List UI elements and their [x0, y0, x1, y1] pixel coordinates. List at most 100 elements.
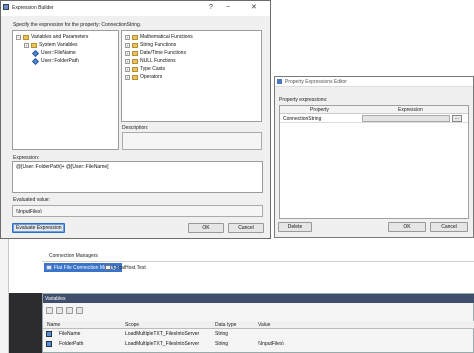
- tree-node-type-casts[interactable]: + Type Casts: [125, 66, 165, 72]
- folder-icon: [23, 34, 29, 40]
- expression-description: Specify the expression for the property:…: [13, 22, 142, 28]
- tree-node-label: User::FileName: [41, 50, 76, 56]
- delete-button[interactable]: Delete: [278, 222, 312, 232]
- table-row[interactable]: FileName LoadMultipleTXT_FilesIntoServer…: [43, 330, 474, 338]
- grid-options-icon[interactable]: [76, 307, 83, 314]
- variable-type: String: [215, 341, 229, 347]
- tree-node-string-functions[interactable]: + String Functions: [125, 42, 176, 48]
- connection-manager-localhost[interactable]: LocalHost.Test: [105, 263, 146, 272]
- column-header-expression[interactable]: Expression: [398, 107, 423, 113]
- description-box: [122, 132, 262, 150]
- tree-node-label: NULL Functions: [140, 58, 176, 64]
- column-header-scope[interactable]: Scope: [125, 322, 139, 328]
- tree-node-user-filename[interactable]: User::FileName: [31, 49, 76, 57]
- folder-icon: [31, 42, 37, 48]
- evaluated-value-label: Evaluated value:: [13, 197, 50, 203]
- ellipsis-button[interactable]: ...: [452, 115, 462, 122]
- cancel-button[interactable]: Cancel: [228, 223, 264, 233]
- connection-managers-title: Connection Managers: [49, 253, 98, 259]
- folder-icon: [132, 34, 138, 40]
- tree-node-label: Type Casts: [140, 66, 166, 72]
- dialog-icon: [3, 4, 9, 10]
- tree-node-null-functions[interactable]: + NULL Functions: [125, 58, 176, 64]
- expression-cell[interactable]: [362, 115, 450, 122]
- folder-icon: [132, 50, 138, 56]
- tree-node-label: User::FolderPath: [41, 58, 79, 64]
- pee-ok-button[interactable]: OK: [388, 222, 426, 232]
- column-header-value[interactable]: Value: [258, 322, 270, 328]
- variables-panel: Variables Name Scope Data type Value Fil…: [42, 293, 474, 353]
- add-variable-icon[interactable]: [46, 307, 53, 314]
- move-variable-icon[interactable]: [56, 307, 63, 314]
- eb-titlebar: Expression Builder ? − ✕: [1, 1, 270, 16]
- tree-node-label: Mathematical Functions: [140, 34, 193, 40]
- collapse-icon[interactable]: −: [16, 34, 21, 40]
- tree-node-system-variables[interactable]: + System Variables: [24, 42, 78, 48]
- expand-icon[interactable]: +: [125, 50, 130, 56]
- tree-node-mathematical-functions[interactable]: + Mathematical Functions: [125, 34, 193, 40]
- evaluate-expression-button[interactable]: Evaluate Expression: [12, 223, 65, 233]
- variable-name: FolderPath: [59, 341, 84, 347]
- variable-scope: LoadMultipleTXT_FilesIntoServer: [125, 331, 200, 337]
- dialog-title: Expression Builder: [12, 5, 54, 11]
- variable-icon: [46, 341, 52, 347]
- tree-node-label: Date/Time Functions: [140, 50, 186, 56]
- minimize-icon[interactable]: −: [226, 4, 230, 11]
- variables-header: Name Scope Data type Value: [43, 321, 474, 329]
- folder-icon: [132, 66, 138, 72]
- tree-node-variables-parameters[interactable]: − Variables and Parameters: [16, 34, 88, 40]
- variables-tree: − Variables and Parameters + System Vari…: [12, 30, 119, 150]
- variable-scope: LoadMultipleTXT_FilesIntoServer: [125, 341, 200, 347]
- variable-name: FileName: [59, 331, 81, 337]
- variable-icon: [31, 57, 40, 65]
- variable-value[interactable]: \\InputFiles\: [258, 341, 284, 347]
- tree-node-operators[interactable]: + Operators: [125, 74, 162, 80]
- column-header-property[interactable]: Property: [310, 107, 329, 113]
- delete-variable-icon[interactable]: [66, 307, 73, 314]
- pee-label: Property expressions:: [279, 97, 328, 103]
- table-row[interactable]: FolderPath LoadMultipleTXT_FilesIntoServ…: [43, 340, 474, 348]
- tree-node-user-folderpath[interactable]: User::FolderPath: [31, 57, 79, 65]
- expand-icon[interactable]: +: [24, 42, 29, 48]
- ok-button[interactable]: OK: [188, 223, 224, 233]
- expression-input[interactable]: @[User::FolderPath]+ @[User::FileName]: [12, 161, 263, 193]
- expand-icon[interactable]: +: [125, 58, 130, 64]
- variable-type: String: [215, 331, 229, 337]
- flat-file-icon: [46, 265, 52, 270]
- tree-node-label: System Variables: [39, 42, 78, 48]
- expand-icon[interactable]: +: [125, 66, 130, 72]
- dialog-icon: [277, 79, 282, 84]
- variable-icon: [31, 49, 40, 57]
- folder-icon: [132, 58, 138, 64]
- property-cell[interactable]: ConnectionString: [283, 116, 321, 122]
- column-header-name[interactable]: Name: [47, 322, 60, 328]
- tree-node-label: Variables and Parameters: [31, 34, 89, 40]
- expand-icon[interactable]: +: [125, 34, 130, 40]
- property-expressions-editor-dialog: Property Expressions Editor Property exp…: [274, 76, 474, 238]
- expand-icon[interactable]: +: [125, 74, 130, 80]
- tree-node-label: String Functions: [140, 42, 177, 48]
- property-expressions-grid: Property Expression ConnectionString ...: [279, 105, 469, 219]
- variables-toolbar: [46, 307, 83, 314]
- folder-icon: [132, 74, 138, 80]
- tree-node-datetime-functions[interactable]: + Date/Time Functions: [125, 50, 186, 56]
- variable-icon: [46, 331, 52, 337]
- expand-icon[interactable]: +: [125, 42, 130, 48]
- table-row[interactable]: ConnectionString ...: [280, 114, 468, 123]
- folder-icon: [132, 42, 138, 48]
- column-header-type[interactable]: Data type: [215, 322, 236, 328]
- pee-title: Property Expressions Editor: [275, 77, 473, 87]
- help-icon[interactable]: ?: [209, 4, 213, 11]
- evaluated-value-field[interactable]: \\InputFiles\: [12, 205, 263, 217]
- description-label: Description:: [122, 125, 149, 131]
- variables-panel-title: Variables: [43, 294, 474, 303]
- pee-cancel-button[interactable]: Cancel: [430, 222, 468, 232]
- database-icon: [105, 265, 111, 270]
- connection-managers-divider: [42, 261, 474, 262]
- close-icon[interactable]: ✕: [251, 4, 257, 11]
- pee-grid-header: Property Expression: [280, 106, 468, 114]
- functions-tree: + Mathematical Functions + String Functi…: [121, 30, 262, 122]
- connection-manager-label: LocalHost.Test: [113, 264, 146, 271]
- expression-builder-dialog: Expression Builder ? − ✕ Specify the exp…: [0, 0, 271, 239]
- tree-node-label: Operators: [140, 74, 163, 80]
